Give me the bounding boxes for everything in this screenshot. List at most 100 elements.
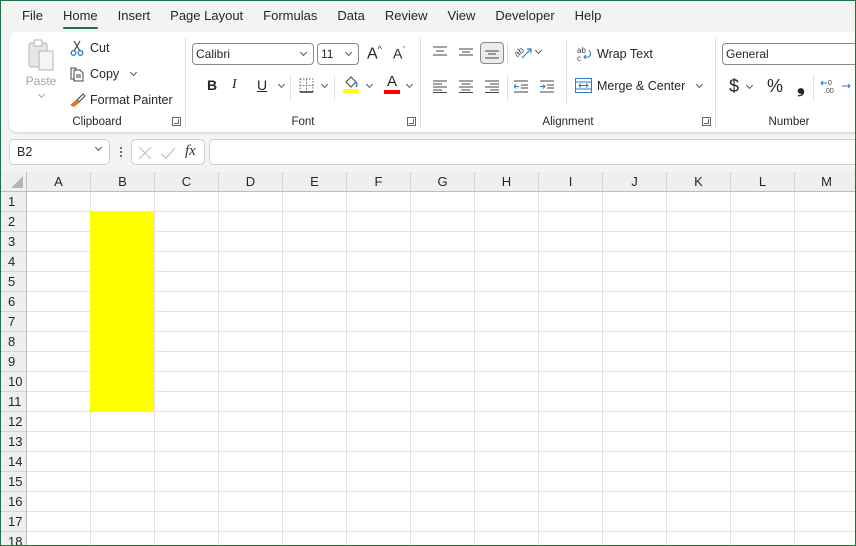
font-launcher-icon[interactable] (407, 117, 416, 126)
borders-dropdown-icon[interactable] (320, 80, 329, 89)
row-header-10[interactable]: 10 (1, 372, 27, 392)
accounting-format-button[interactable]: $ (729, 76, 754, 97)
top-align-button[interactable] (433, 46, 447, 58)
row-header-7[interactable]: 7 (1, 312, 27, 332)
column-header-D[interactable]: D (219, 172, 283, 192)
row-header-13[interactable]: 13 (1, 432, 27, 452)
column-header-C[interactable]: C (155, 172, 219, 192)
row-header-8[interactable]: 8 (1, 332, 27, 352)
tab-home[interactable]: Home (53, 0, 108, 32)
wrap-text-button[interactable]: ab c Wrap Text (577, 46, 653, 62)
increase-decimal-button[interactable]: 0 .00 (820, 78, 838, 94)
row-header-3[interactable]: 3 (1, 232, 27, 252)
column-header-I[interactable]: I (539, 172, 603, 192)
column-header-M[interactable]: M (795, 172, 855, 192)
decrease-decimal-button[interactable] (842, 78, 852, 94)
underline-dropdown-icon[interactable] (277, 80, 286, 89)
fill-color-swatch (343, 89, 359, 93)
comma-style-button[interactable]: ❟ (797, 75, 805, 98)
percent-style-button[interactable]: % (767, 76, 783, 97)
row-header-9[interactable]: 9 (1, 352, 27, 372)
number-format-dropdown[interactable]: General (722, 43, 856, 65)
tab-data[interactable]: Data (327, 0, 374, 32)
middle-align-button[interactable] (459, 46, 473, 58)
align-center-button[interactable] (459, 80, 473, 93)
font-name-dropdown[interactable]: Calibri (192, 43, 314, 65)
enter-check-icon[interactable] (160, 146, 176, 160)
formula-bar-resize-handle[interactable] (116, 144, 126, 160)
row-header-16[interactable]: 16 (1, 492, 27, 512)
underline-button[interactable]: U (257, 77, 267, 93)
worksheet-grid[interactable]: A B C D E F G H I J K L M 1 2 3 4 5 6 7 8 9 10 11 12 13 14 15 16 17 18 (1, 172, 855, 545)
column-header-A[interactable]: A (27, 172, 91, 192)
tab-developer[interactable]: Developer (485, 0, 564, 32)
tab-view[interactable]: View (437, 0, 485, 32)
row-header-15[interactable]: 15 (1, 472, 27, 492)
alignment-launcher-icon[interactable] (702, 117, 711, 126)
tab-review[interactable]: Review (375, 0, 438, 32)
font-name-value: Calibri (196, 47, 231, 61)
format-painter-icon (70, 93, 86, 107)
fill-color-button[interactable] (343, 76, 359, 93)
gridline (602, 192, 603, 545)
align-right-button[interactable] (485, 80, 499, 93)
decrease-font-size-button[interactable]: Aˇ (393, 45, 405, 62)
copy-button[interactable]: Copy (69, 65, 138, 83)
tab-formulas[interactable]: Formulas (253, 0, 327, 32)
bold-button[interactable]: B (207, 77, 217, 93)
row-header-6[interactable]: 6 (1, 292, 27, 312)
column-header-H[interactable]: H (475, 172, 539, 192)
tab-page-layout[interactable]: Page Layout (160, 0, 253, 32)
column-header-E[interactable]: E (283, 172, 347, 192)
row-header-18[interactable]: 18 (1, 532, 27, 545)
bottom-align-button[interactable] (480, 42, 504, 64)
column-header-G[interactable]: G (411, 172, 475, 192)
orientation-button[interactable]: ab (513, 43, 543, 61)
row-header-2[interactable]: 2 (1, 212, 27, 232)
decrease-indent-button[interactable] (514, 80, 528, 93)
clipboard-launcher-icon[interactable] (172, 117, 181, 126)
row-header-11[interactable]: 11 (1, 392, 27, 412)
column-header-J[interactable]: J (603, 172, 667, 192)
row-header-5[interactable]: 5 (1, 272, 27, 292)
cancel-icon[interactable] (138, 146, 152, 160)
column-header-F[interactable]: F (347, 172, 411, 192)
row-header-17[interactable]: 17 (1, 512, 27, 532)
align-left-button[interactable] (433, 80, 447, 93)
column-header-B[interactable]: B (91, 172, 155, 192)
font-group: Calibri 11 A^ Aˇ B I U A Font (186, 32, 420, 132)
format-painter-button[interactable]: Format Painter (69, 91, 173, 109)
increase-font-size-button[interactable]: A^ (367, 44, 382, 63)
column-header-L[interactable]: L (731, 172, 795, 192)
gridline (27, 491, 855, 492)
column-header-K[interactable]: K (667, 172, 731, 192)
insert-function-button[interactable]: fx (185, 143, 196, 160)
separator (813, 74, 814, 100)
cut-button[interactable]: Cut (69, 39, 109, 57)
italic-button[interactable]: I (232, 77, 237, 93)
font-color-dropdown-icon[interactable] (405, 80, 414, 89)
font-color-button[interactable]: A (384, 74, 400, 94)
row-header-1[interactable]: 1 (1, 192, 27, 212)
select-all-button[interactable] (1, 172, 27, 192)
copy-dropdown-icon[interactable] (130, 68, 138, 77)
font-size-dropdown[interactable]: 11 (317, 43, 359, 65)
decrease-decimal-icon (842, 83, 851, 89)
formula-input[interactable] (209, 139, 856, 165)
tab-file[interactable]: File (12, 0, 53, 32)
highlighted-cell-range[interactable] (90, 211, 154, 411)
tab-insert[interactable]: Insert (108, 0, 161, 32)
row-header-4[interactable]: 4 (1, 252, 27, 272)
name-box-dropdown-icon[interactable] (94, 143, 103, 152)
name-box[interactable]: B2 (9, 139, 110, 165)
gridline (730, 192, 731, 545)
fill-color-dropdown-icon[interactable] (365, 80, 374, 89)
paste-button[interactable]: Paste (17, 38, 65, 106)
row-header-12[interactable]: 12 (1, 412, 27, 432)
increase-indent-button[interactable] (540, 80, 554, 93)
gridline (538, 192, 539, 545)
merge-center-button[interactable]: Merge & Center (575, 78, 704, 93)
tab-help[interactable]: Help (565, 0, 612, 32)
borders-button[interactable] (299, 78, 314, 93)
row-header-14[interactable]: 14 (1, 452, 27, 472)
